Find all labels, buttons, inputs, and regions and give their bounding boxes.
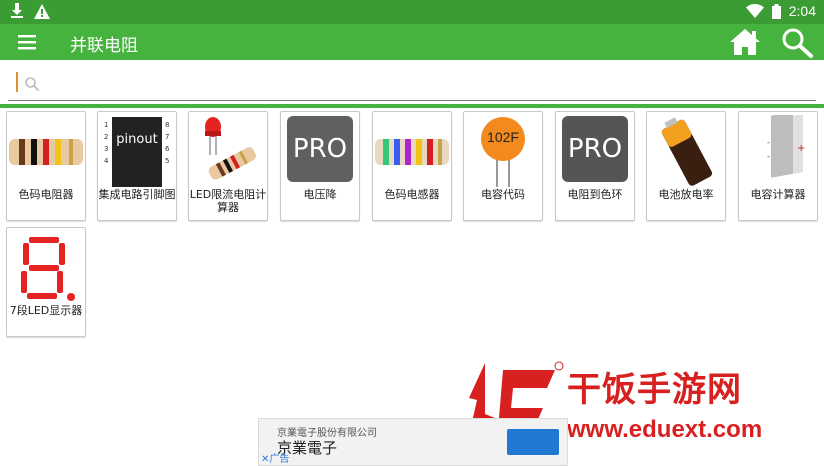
tool-label: 集成电路引脚图 [98, 188, 176, 201]
capacitor-code-text: 102F [487, 129, 519, 145]
search-input[interactable] [44, 70, 808, 96]
svg-text:8: 8 [165, 121, 169, 129]
capacitor-code-icon [481, 117, 525, 187]
app-bar: 并联电阻 [0, 24, 824, 60]
status-time: 2:04 [788, 3, 816, 19]
page-title: 并联电阻 [70, 36, 138, 56]
tool-card-voltage-drop[interactable]: PRO 电压降 [280, 111, 360, 221]
tool-label: 色码电阻器 [18, 188, 74, 201]
seven-segment-icon [21, 237, 75, 301]
svg-text:-: - [767, 138, 770, 147]
tool-label: 电容代码 [481, 188, 525, 201]
warning-icon [34, 3, 50, 19]
ad-banner[interactable]: 京業電子股份有限公司 京業電子 ✕广告 [258, 418, 568, 466]
tool-label: 色码电感器 [384, 188, 440, 201]
battery-discharge-icon [661, 117, 713, 186]
home-icon[interactable] [728, 27, 762, 57]
download-icon [11, 3, 23, 18]
tool-card-capacitor-code[interactable]: 102F 电容代码 [463, 111, 543, 221]
tool-label: 电压降 [303, 188, 337, 201]
inductor-color-code-icon [375, 139, 449, 165]
search-icon[interactable] [780, 26, 814, 58]
ad-label-text: 广告 [269, 454, 290, 465]
capacitor-calculator-icon: + - - [767, 115, 805, 178]
svg-text:+: + [797, 143, 805, 154]
text-cursor [16, 72, 18, 92]
tool-label: LED限流电阻计算器 [189, 188, 267, 214]
tool-card-resistor-color-code[interactable]: 色码电阻器 [6, 111, 86, 221]
tool-card-ic-pinout[interactable]: 12 34 87 65 pinout 集成电路引脚图 [97, 111, 177, 221]
svg-text:4: 4 [104, 157, 109, 165]
svg-text:5: 5 [165, 157, 169, 165]
tool-label: 7段LED显示器 [9, 304, 83, 317]
ad-button[interactable] [507, 429, 559, 455]
wifi-icon [745, 4, 764, 18]
resistor-to-color-pro-icon: PRO [562, 116, 628, 182]
voltage-drop-pro-icon: PRO [287, 116, 353, 182]
tool-label: 电阻到色环 [567, 188, 623, 201]
tool-card-inductor-color-code[interactable]: 色码电感器 [372, 111, 452, 221]
status-bar: 2:04 [0, 0, 824, 24]
led-resistor-icon [205, 117, 256, 180]
svg-text:-: - [767, 152, 770, 161]
ad-label[interactable]: ✕广告 [261, 450, 289, 465]
tool-label: 电池放电率 [658, 188, 714, 201]
battery-icon [771, 3, 781, 19]
ic-pinout-icon: 12 34 87 65 [104, 117, 170, 187]
resistor-color-code-icon [9, 139, 83, 165]
ic-chip-text: pinout [116, 132, 158, 147]
tool-card-capacitor-calculator[interactable]: + - - 电容计算器 [738, 111, 818, 221]
watermark-title: 干饭手游网 [567, 370, 742, 410]
search-bar [8, 66, 816, 101]
search-field-icon [25, 77, 40, 92]
watermark-url: www.eduext.com [567, 416, 763, 443]
tool-label: 电容计算器 [750, 188, 806, 201]
divider [0, 104, 824, 108]
tool-card-seven-segment[interactable]: 7段LED显示器 [6, 227, 86, 337]
svg-text:1: 1 [104, 121, 108, 129]
menu-icon[interactable] [16, 32, 38, 52]
tool-card-battery-discharge[interactable]: 电池放电率 [646, 111, 726, 221]
tool-card-resistor-to-color[interactable]: PRO 电阻到色环 [555, 111, 635, 221]
tool-card-led-resistor[interactable]: LED限流电阻计算器 [188, 111, 268, 221]
